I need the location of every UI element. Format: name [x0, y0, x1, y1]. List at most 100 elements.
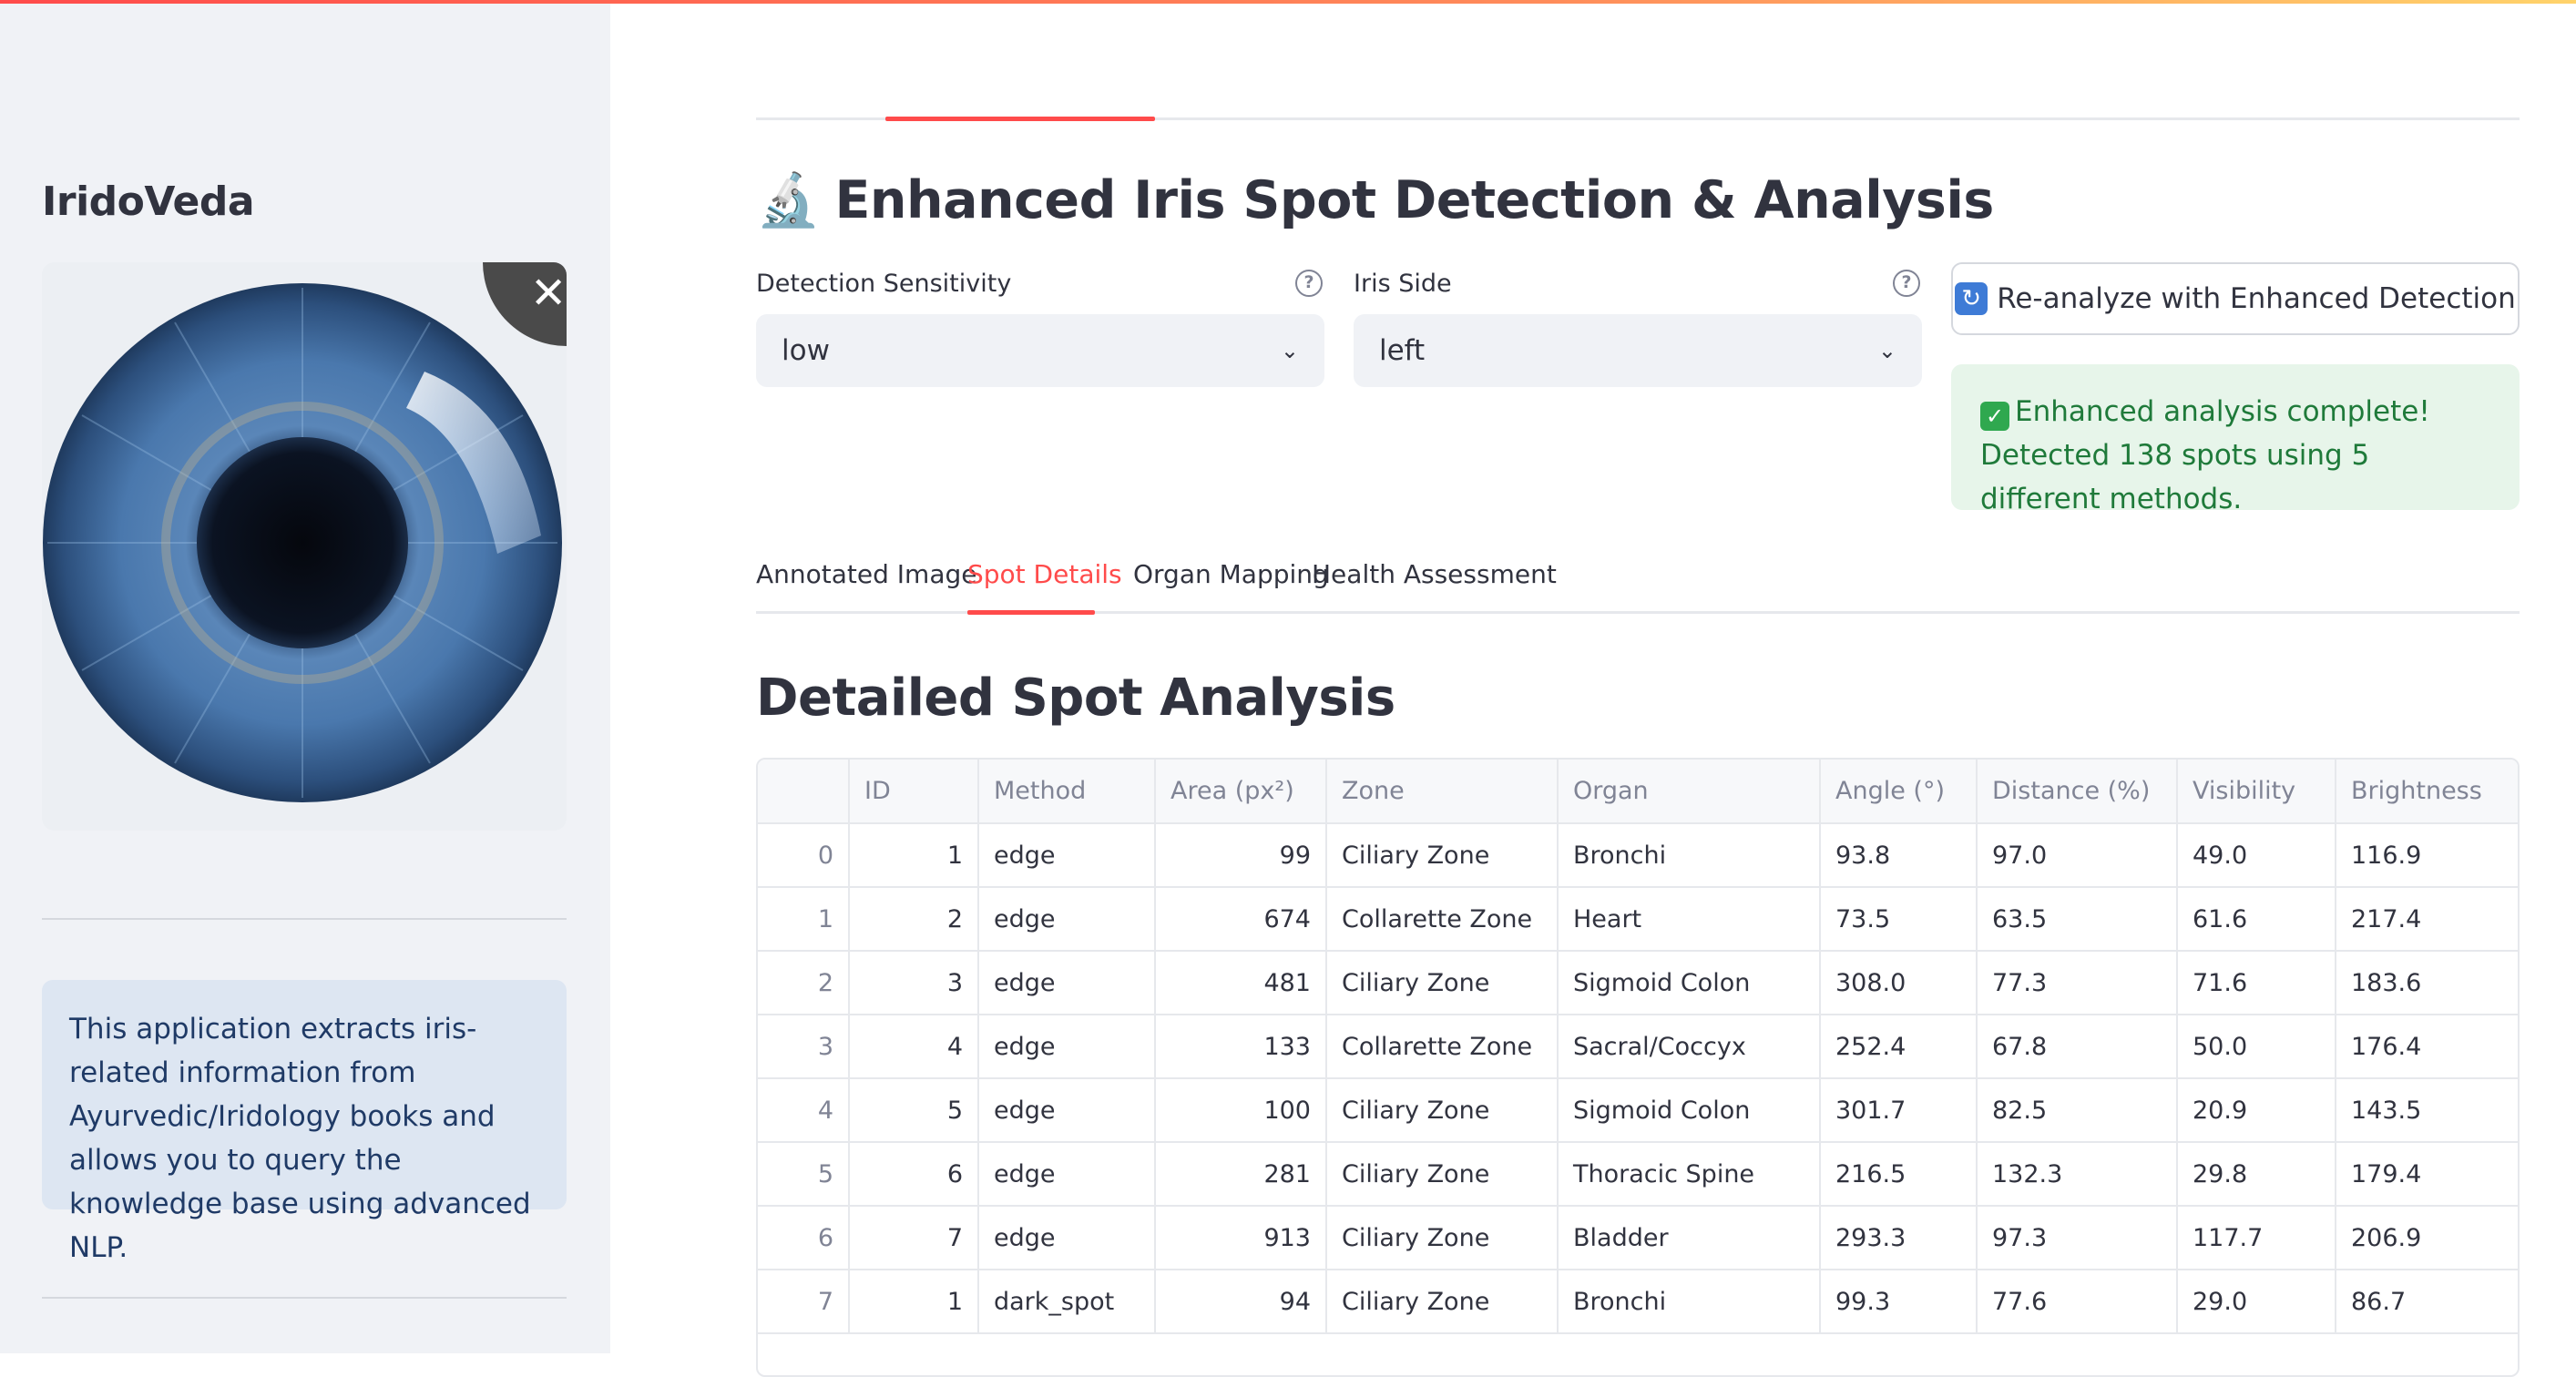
table-cell: 4: [849, 1015, 979, 1079]
column-header[interactable]: Angle (°): [1820, 760, 1978, 824]
column-header[interactable]: Organ: [1558, 760, 1821, 824]
table-cell: 63.5: [1977, 887, 2178, 952]
table-row[interactable]: 6 7 edge 913 Ciliary Zone Bladder 293.3 97.3 117…: [758, 1206, 2518, 1270]
info-box: This application extracts iris-related i…: [42, 980, 567, 1264]
table-cell: 99.3: [1820, 1270, 1978, 1334]
result-tabs: Annotated Image Spot Details Organ Mappi…: [756, 559, 2520, 615]
table-cell: 7: [849, 1206, 979, 1270]
spot-table[interactable]: ID Method Area (px²) Zone Organ Angle (°…: [756, 758, 2520, 1377]
table-cell: 93.8: [1820, 823, 1978, 888]
table-cell: 481: [1155, 951, 1327, 1015]
refresh-icon: ↻: [1955, 282, 1988, 315]
table-cell: Collarette Zone: [1326, 887, 1559, 952]
iris-side-value: left: [1379, 334, 1426, 367]
table-cell: 5: [849, 1078, 979, 1143]
table-cell: Ciliary Zone: [1326, 1078, 1559, 1143]
table-row[interactable]: 0 1 edge 99 Ciliary Zone Bronchi 93.8 97.0 49.0 1…: [758, 823, 2518, 888]
table-cell: 117.7: [2177, 1206, 2336, 1270]
table-cell: 217.4: [2336, 887, 2518, 952]
table-cell: 67.8: [1977, 1015, 2178, 1079]
table-cell: 179.4: [2336, 1142, 2518, 1207]
table-cell: Ciliary Zone: [1326, 951, 1559, 1015]
row-index-cell: 7: [758, 1270, 850, 1334]
column-header[interactable]: [758, 760, 850, 824]
column-header[interactable]: Brightness: [2336, 760, 2518, 824]
check-icon: ✓: [1980, 402, 2009, 431]
table-cell: 252.4: [1820, 1015, 1978, 1079]
table-row[interactable]: 7 1 dark_spot 94 Ciliary Zone Bronchi 99.3 77.6…: [758, 1270, 2518, 1334]
table-row[interactable]: 5 6 edge 281 Ciliary Zone Thoracic Spine 216.5…: [758, 1142, 2518, 1207]
table-cell: Sigmoid Colon: [1558, 951, 1821, 1015]
table-cell: dark_spot: [978, 1270, 1156, 1334]
column-header[interactable]: Visibility: [2177, 760, 2336, 824]
table-cell: 50.0: [2177, 1015, 2336, 1079]
sensitivity-label: Detection Sensitivity: [756, 270, 1012, 298]
chevron-down-icon: ⌄: [1877, 338, 1896, 363]
page-title: 🔬 Enhanced Iris Spot Detection & Analysi…: [756, 169, 1994, 231]
table-cell: Heart: [1558, 887, 1821, 952]
table-row[interactable]: 2 3 edge 481 Ciliary Zone Sigmoid Colon 308.0 7…: [758, 951, 2518, 1015]
close-icon: ✕: [530, 268, 567, 319]
table-cell: 913: [1155, 1206, 1327, 1270]
tab-spot-details[interactable]: Spot Details: [967, 559, 1122, 589]
app-brand: IridoVeda: [42, 178, 255, 225]
table-cell: 94: [1155, 1270, 1327, 1334]
table-cell: 77.3: [1977, 951, 2178, 1015]
table-cell: edge: [978, 1078, 1156, 1143]
sensitivity-select[interactable]: low ⌄: [756, 314, 1324, 387]
tab-health-assessment[interactable]: Health Assessment: [1312, 559, 1557, 589]
table-cell: Sigmoid Colon: [1558, 1078, 1821, 1143]
table-cell: edge: [978, 823, 1156, 888]
reanalyze-button[interactable]: ↻ Re-analyze with Enhanced Detection: [1951, 262, 2520, 335]
table-cell: 1: [849, 1270, 979, 1334]
success-alert: ✓ Enhanced analysis complete! Detected 13…: [1951, 364, 2520, 515]
iris-side-select[interactable]: left ⌄: [1354, 314, 1922, 387]
table-row[interactable]: 4 5 edge 100 Ciliary Zone Sigmoid Colon 301.7 8…: [758, 1078, 2518, 1143]
table-row[interactable]: 3 4 edge 133 Collarette Zone Sacral/Coccyx 252…: [758, 1015, 2518, 1079]
top-tab-active-indicator: [885, 117, 1155, 121]
row-index-cell: 3: [758, 1015, 850, 1079]
table-cell: 29.8: [2177, 1142, 2336, 1207]
close-image-button[interactable]: ✕: [483, 262, 567, 346]
tab-organ-mapping[interactable]: Organ Mapping: [1133, 559, 1329, 589]
active-tab-indicator: [967, 610, 1095, 615]
table-cell: 97.3: [1977, 1206, 2178, 1270]
table-cell: 100: [1155, 1078, 1327, 1143]
table-cell: edge: [978, 1206, 1156, 1270]
column-header[interactable]: ID: [849, 760, 979, 824]
table-cell: 216.5: [1820, 1142, 1978, 1207]
column-header[interactable]: Area (px²): [1155, 760, 1327, 824]
table-header-row: ID Method Area (px²) Zone Organ Angle (°…: [758, 760, 2518, 824]
help-icon[interactable]: ?: [1893, 270, 1920, 297]
table-cell: edge: [978, 951, 1156, 1015]
row-index-cell: 4: [758, 1078, 850, 1143]
iris-image: [42, 262, 567, 831]
table-cell: 82.5: [1977, 1078, 2178, 1143]
table-cell: edge: [978, 887, 1156, 952]
table-cell: 206.9: [2336, 1206, 2518, 1270]
table-cell: 3: [849, 951, 979, 1015]
column-header[interactable]: Method: [978, 760, 1156, 824]
table-cell: 143.5: [2336, 1078, 2518, 1143]
tab-annotated-image[interactable]: Annotated Image: [756, 559, 976, 589]
table-cell: 281: [1155, 1142, 1327, 1207]
table-cell: 2: [849, 887, 979, 952]
column-header[interactable]: Zone: [1326, 760, 1559, 824]
table-row[interactable]: 1 2 edge 674 Collarette Zone Heart 73.5 63.5 61.…: [758, 887, 2518, 952]
table-cell: 86.7: [2336, 1270, 2518, 1334]
table-cell: 20.9: [2177, 1078, 2336, 1143]
row-index-cell: 5: [758, 1142, 850, 1207]
help-icon[interactable]: ?: [1295, 270, 1323, 297]
table-cell: 99: [1155, 823, 1327, 888]
table-cell: edge: [978, 1015, 1156, 1079]
table-cell: Ciliary Zone: [1326, 1206, 1559, 1270]
table-cell: 73.5: [1820, 887, 1978, 952]
table-cell: Ciliary Zone: [1326, 1142, 1559, 1207]
main-content: 🔬 Enhanced Iris Spot Detection & Analysi…: [610, 0, 2576, 1377]
table-cell: 176.4: [2336, 1015, 2518, 1079]
reanalyze-button-label: Re-analyze with Enhanced Detection: [1997, 282, 2516, 315]
page-title-text: Enhanced Iris Spot Detection & Analysis: [834, 169, 1994, 230]
column-header[interactable]: Distance (%): [1977, 760, 2178, 824]
table-cell: 29.0: [2177, 1270, 2336, 1334]
chevron-down-icon: ⌄: [1280, 338, 1299, 363]
